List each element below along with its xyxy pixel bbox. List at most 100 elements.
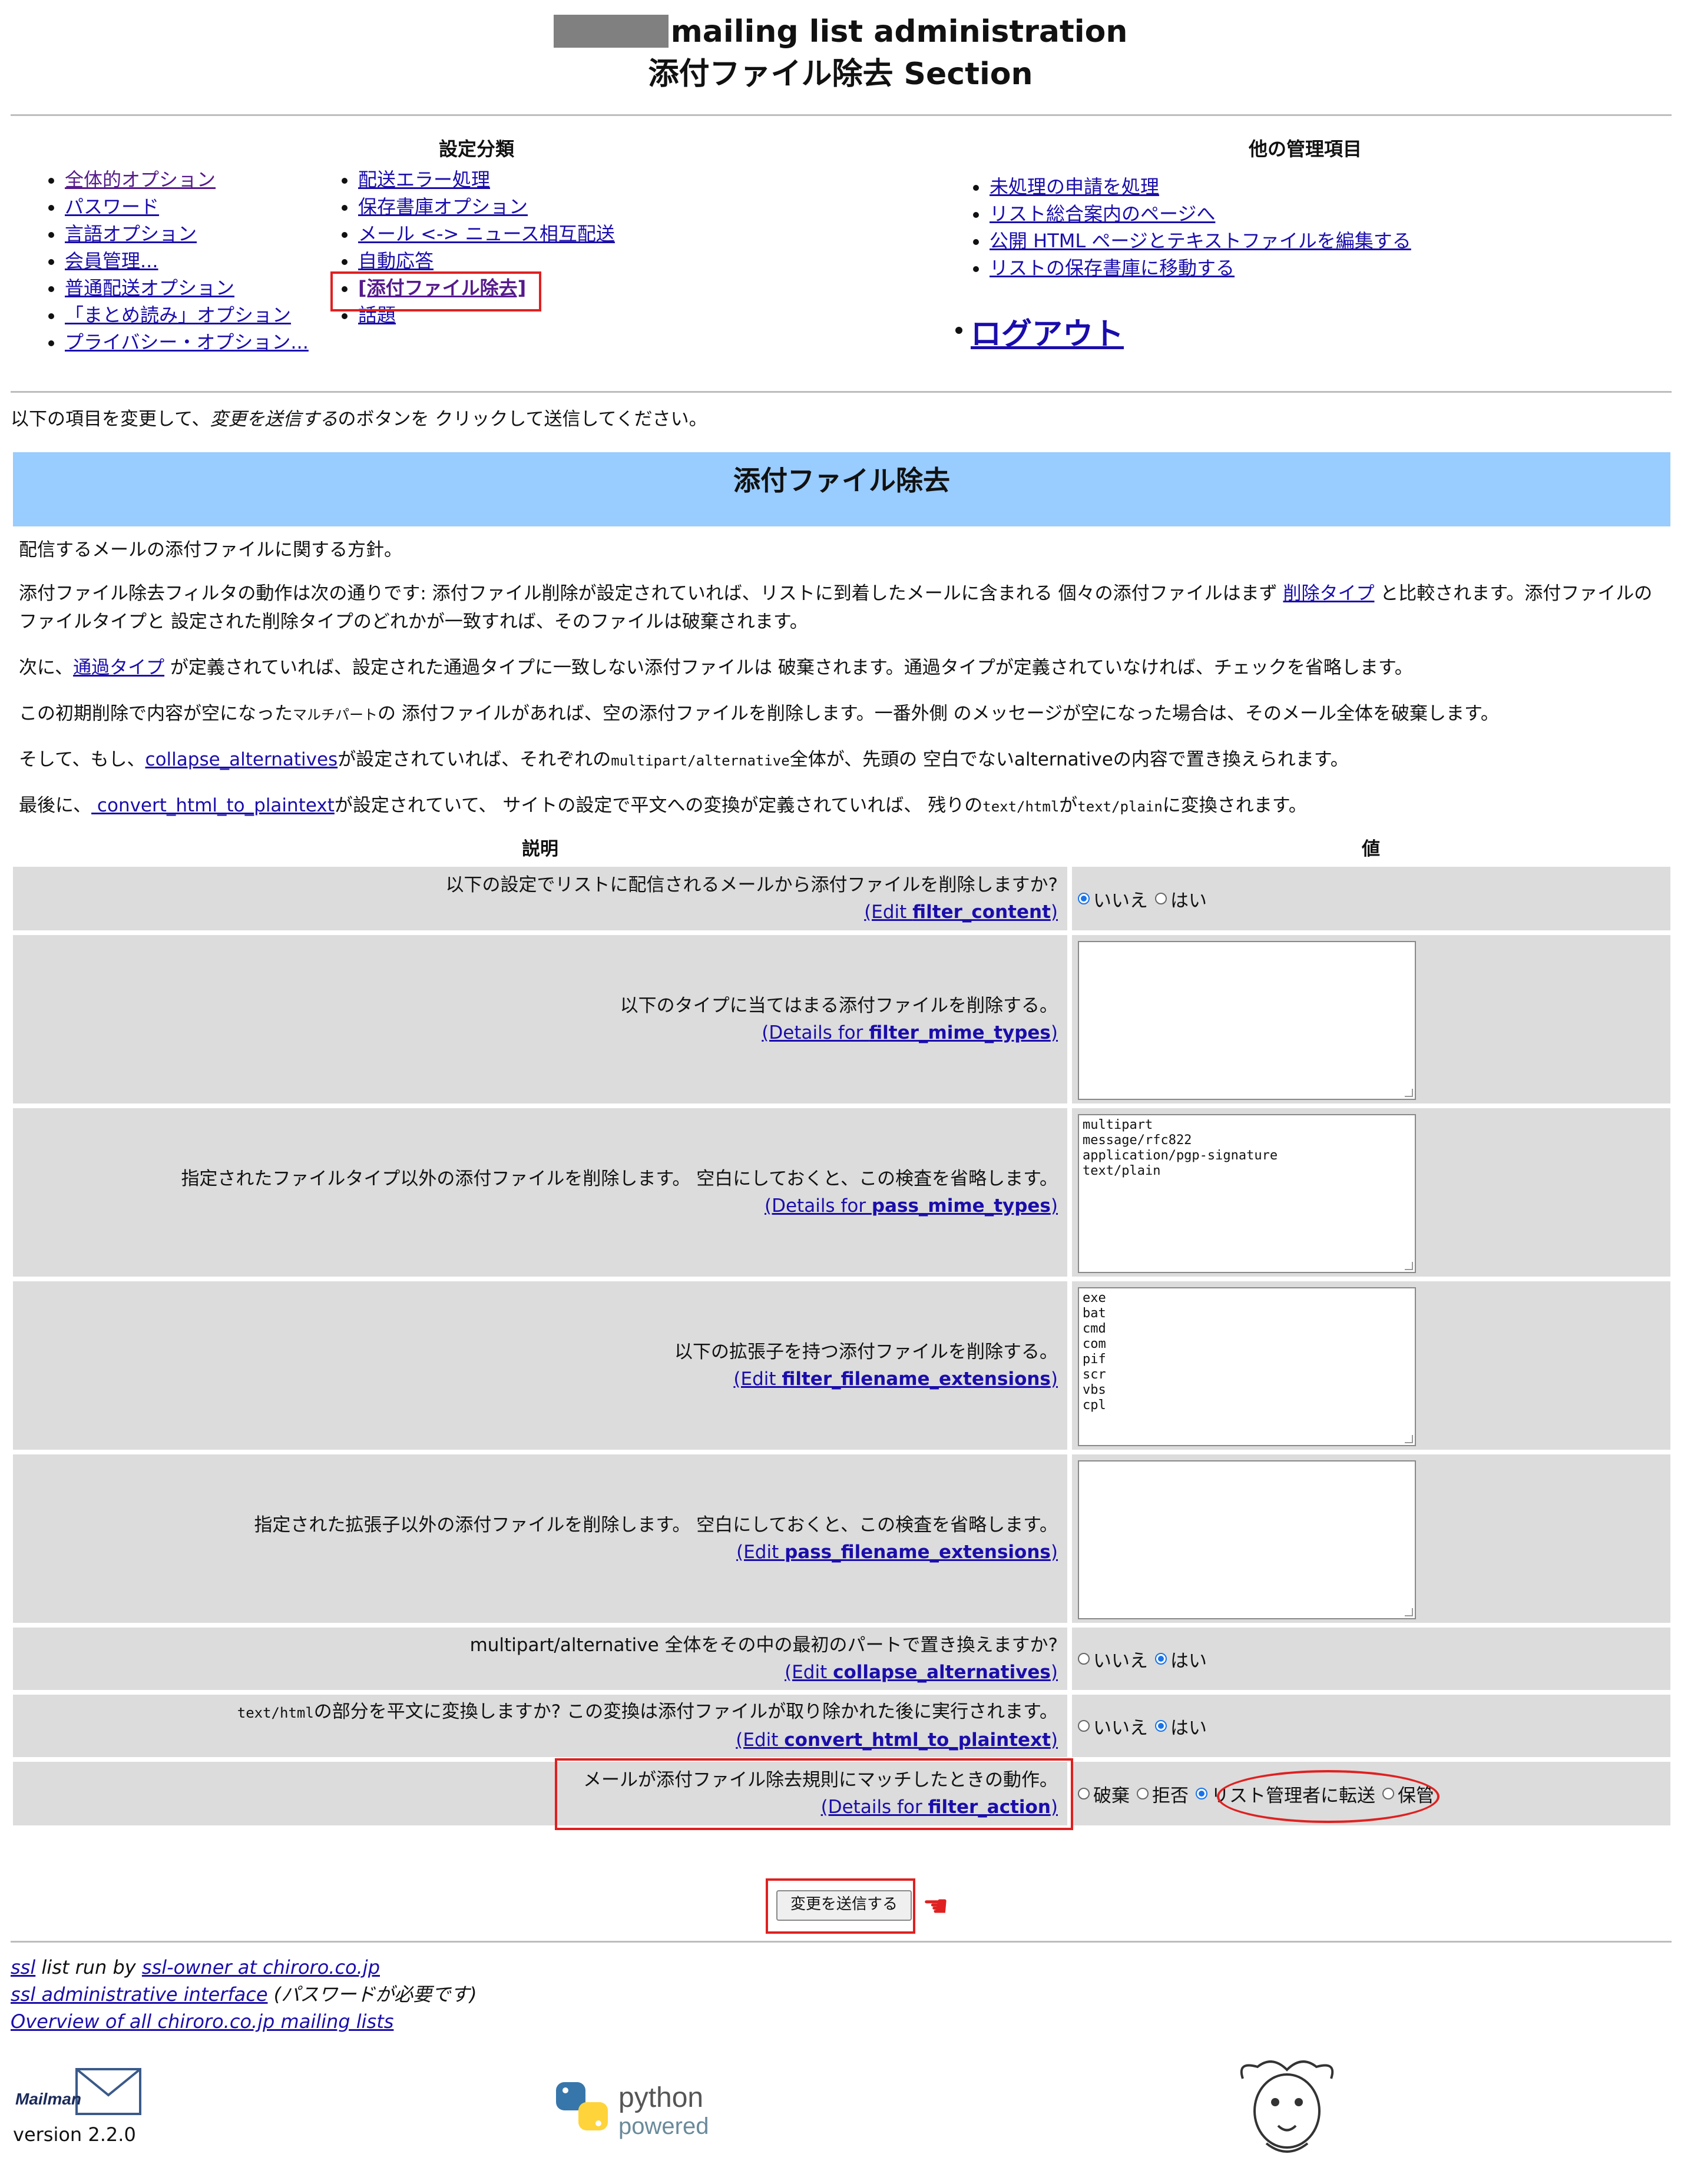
nav-item-password[interactable]: パスワード bbox=[11, 193, 309, 220]
option-row-convert-html: text/htmlの部分を平文に変換しますか? この変換は添付ファイルが取り除か… bbox=[13, 1695, 1670, 1757]
option-value: いいえ はい bbox=[1072, 1628, 1670, 1690]
collapse-alternatives-link[interactable]: collapse_alternatives bbox=[145, 749, 338, 770]
nav-item-gateway[interactable]: メール <-> ニュース相互配送 bbox=[304, 220, 615, 247]
details-filter-mime-types-link[interactable]: (Details for filter_mime_types) bbox=[762, 1022, 1058, 1043]
radio-button[interactable] bbox=[1078, 893, 1090, 904]
nav-item-bounce[interactable]: 配送エラー処理 bbox=[304, 166, 615, 193]
radio-convert-yes[interactable]: はい bbox=[1155, 1713, 1207, 1739]
option-row-pass-mime-types: 指定されたファイルタイプ以外の添付ファイルを削除します。 空白にしておくと、この… bbox=[13, 1108, 1670, 1277]
admin-interface-link[interactable]: ssl administrative interface bbox=[11, 1983, 268, 2006]
option-row-filter-filename-extensions: 以下の拡張子を持つ添付ファイルを削除する。 (Edit filter_filen… bbox=[13, 1281, 1670, 1450]
radio-action-reject[interactable]: 拒否 bbox=[1137, 1781, 1189, 1807]
radio-button[interactable] bbox=[1078, 1653, 1090, 1665]
nav-item-members[interactable]: 会員管理... bbox=[11, 247, 309, 274]
radio-button[interactable] bbox=[1155, 893, 1167, 904]
description-p1: 配信するメールの添付ファイルに関する方針。 bbox=[19, 539, 402, 561]
pass-mime-types-textarea[interactable]: multipart message/rfc822 application/pgp… bbox=[1078, 1114, 1416, 1273]
footer: ssl list run by ssl-owner at chiroro.co.… bbox=[11, 1956, 477, 2033]
nav-other-heading: 他の管理項目 bbox=[1249, 138, 1362, 160]
edit-convert-html-link[interactable]: (Edit convert_html_to_plaintext) bbox=[736, 1729, 1058, 1751]
edit-collapse-alternatives-link[interactable]: (Edit collapse_alternatives) bbox=[785, 1662, 1058, 1683]
description-p3: 次に、通過タイプ が定義されていれば、設定された通過タイプに一致しない添付ファイ… bbox=[19, 657, 1413, 678]
section-title: 添付ファイル除去 Section bbox=[648, 57, 1033, 92]
nav-item-pending[interactable]: 未処理の申請を処理 bbox=[935, 173, 1411, 200]
pass-filename-extensions-textarea[interactable] bbox=[1078, 1460, 1416, 1619]
nav-item-autoreply[interactable]: 自動応答 bbox=[304, 247, 615, 274]
nav-item-nondigest[interactable]: 普通配送オプション bbox=[11, 274, 309, 301]
filter-mime-types-textarea[interactable] bbox=[1078, 941, 1416, 1100]
list-name-link[interactable]: ssl bbox=[11, 1956, 35, 1978]
radio-button[interactable] bbox=[1196, 1788, 1207, 1799]
option-row-filter-mime-types: 以下のタイプに当てはまる添付ファイルを削除する。 (Details for fi… bbox=[13, 935, 1670, 1103]
option-description: 指定されたファイルタイプ以外の添付ファイルを削除します。 空白にしておくと、この… bbox=[13, 1108, 1067, 1277]
svg-text:python: python bbox=[618, 2082, 703, 2113]
nav-category-list-1: 全体的オプション パスワード 言語オプション 会員管理... 普通配送オプション… bbox=[11, 166, 309, 356]
radio-collapse-no[interactable]: いいえ bbox=[1078, 1646, 1148, 1672]
python-powered-logo: python powered bbox=[556, 2082, 709, 2139]
option-row-filter-content: 以下の設定でリストに配信されるメールから添付ファイルを削除しますか? (Edit… bbox=[13, 867, 1670, 930]
option-value: いいえ はい bbox=[1072, 867, 1670, 930]
edit-filter-filename-extensions-link[interactable]: (Edit filter_filename_extensions) bbox=[733, 1368, 1058, 1390]
mailman-logo: Mailman bbox=[15, 2068, 141, 2115]
option-value bbox=[1072, 935, 1670, 1103]
logout-link[interactable]: ログアウト bbox=[955, 309, 1124, 353]
nav-item-archives[interactable]: リストの保存書庫に移動する bbox=[935, 254, 1411, 281]
radio-filter-content-yes[interactable]: はい bbox=[1155, 886, 1207, 912]
option-value: いいえ はい bbox=[1072, 1695, 1670, 1757]
radio-button[interactable] bbox=[1078, 1720, 1090, 1732]
details-pass-mime-types-link[interactable]: (Details for pass_mime_types) bbox=[765, 1195, 1058, 1217]
edit-pass-filename-extensions-link[interactable]: (Edit pass_filename_extensions) bbox=[736, 1542, 1058, 1563]
gnu-logo bbox=[1240, 2060, 1334, 2153]
option-description: 以下のタイプに当てはまる添付ファイルを削除する。 (Details for fi… bbox=[13, 935, 1067, 1103]
nav-item-archive[interactable]: 保存書庫オプション bbox=[304, 193, 615, 220]
filter-mime-types-link[interactable]: 削除タイプ bbox=[1283, 583, 1374, 604]
option-description: 以下の設定でリストに配信されるメールから添付ファイルを削除しますか? (Edit… bbox=[13, 867, 1067, 930]
divider bbox=[11, 1941, 1672, 1943]
pass-mime-types-link[interactable]: 通過タイプ bbox=[73, 657, 164, 678]
option-description: 以下の拡張子を持つ添付ファイルを削除する。 (Edit filter_filen… bbox=[13, 1281, 1067, 1450]
radio-convert-no[interactable]: いいえ bbox=[1078, 1713, 1148, 1739]
nav-categories-heading: 設定分類 bbox=[439, 138, 515, 160]
pointing-hand-icon: ☚ bbox=[922, 1889, 949, 1923]
option-value bbox=[1072, 1454, 1670, 1623]
divider bbox=[11, 391, 1672, 393]
instruction-text: 以下の項目を変更して、変更を送信するのボタンを クリックして送信してください。 bbox=[11, 409, 707, 430]
radio-action-discard[interactable]: 破棄 bbox=[1078, 1781, 1130, 1807]
svg-text:Mailman: Mailman bbox=[15, 2090, 81, 2108]
owner-link[interactable]: ssl-owner at chiroro.co.jp bbox=[142, 1956, 380, 1978]
submit-button[interactable]: 変更を送信する bbox=[776, 1890, 912, 1921]
description-p2: 添付ファイル除去フィルタの動作は次の通りです: 添付ファイル削除が設定されていれ… bbox=[19, 583, 1653, 632]
option-row-pass-filename-extensions: 指定された拡張子以外の添付ファイルを削除します。 空白にしておくと、この検査を省… bbox=[13, 1454, 1670, 1623]
description-p6: 最後に、 convert_html_to_plaintextが設定されていて、 … bbox=[19, 795, 1307, 816]
convert-html-link[interactable]: convert_html_to_plaintext bbox=[91, 795, 335, 816]
version-text: version 2.2.0 bbox=[13, 2123, 136, 2146]
redacted-list-name bbox=[553, 15, 669, 48]
radio-button[interactable] bbox=[1155, 1653, 1167, 1665]
option-description: text/htmlの部分を平文に変換しますか? この変換は添付ファイルが取り除か… bbox=[13, 1695, 1067, 1757]
nav-item-edithtml[interactable]: 公開 HTML ページとテキストファイルを編集する bbox=[935, 227, 1411, 254]
option-description: 指定された拡張子以外の添付ファイルを削除します。 空白にしておくと、この検査を省… bbox=[13, 1454, 1067, 1623]
annotation-box-filter-action bbox=[555, 1758, 1073, 1830]
nav-item-listinfo[interactable]: リスト総合案内のページへ bbox=[935, 200, 1411, 227]
radio-button[interactable] bbox=[1155, 1720, 1167, 1732]
nav-item-privacy[interactable]: プライバシー・オプション... bbox=[11, 329, 309, 356]
overview-link[interactable]: Overview of all chiroro.co.jp mailing li… bbox=[11, 2010, 393, 2033]
nav-item-digest[interactable]: 「まとめ読み」オプション bbox=[11, 301, 309, 329]
annotation-ellipse-forward bbox=[1217, 1770, 1440, 1823]
nav-item-language[interactable]: 言語オプション bbox=[11, 220, 309, 247]
section-heading: 添付ファイル除去 bbox=[13, 452, 1670, 526]
column-header-description: 説明 bbox=[522, 839, 558, 860]
radio-collapse-yes[interactable]: はい bbox=[1155, 1646, 1207, 1672]
nav-other-list: 未処理の申請を処理 リスト総合案内のページへ 公開 HTML ページとテキストフ… bbox=[935, 173, 1411, 281]
edit-filter-content-link[interactable]: (Edit filter_content) bbox=[864, 902, 1058, 923]
filter-filename-extensions-textarea[interactable]: exe bat cmd com pif scr vbs cpl bbox=[1078, 1287, 1416, 1446]
current-section-highlight bbox=[330, 271, 541, 311]
option-value: exe bat cmd com pif scr vbs cpl bbox=[1072, 1281, 1670, 1450]
page-header: mailing list administration 添付ファイル除去 Sec… bbox=[0, 11, 1681, 95]
radio-filter-content-no[interactable]: いいえ bbox=[1078, 886, 1148, 912]
radio-button[interactable] bbox=[1078, 1788, 1090, 1799]
radio-button[interactable] bbox=[1137, 1788, 1149, 1799]
page-title: mailing list administration bbox=[0, 11, 1681, 53]
option-row-collapse-alternatives: multipart/alternative 全体をその中の最初のパートで置き換え… bbox=[13, 1628, 1670, 1690]
nav-item-general[interactable]: 全体的オプション bbox=[11, 166, 309, 193]
